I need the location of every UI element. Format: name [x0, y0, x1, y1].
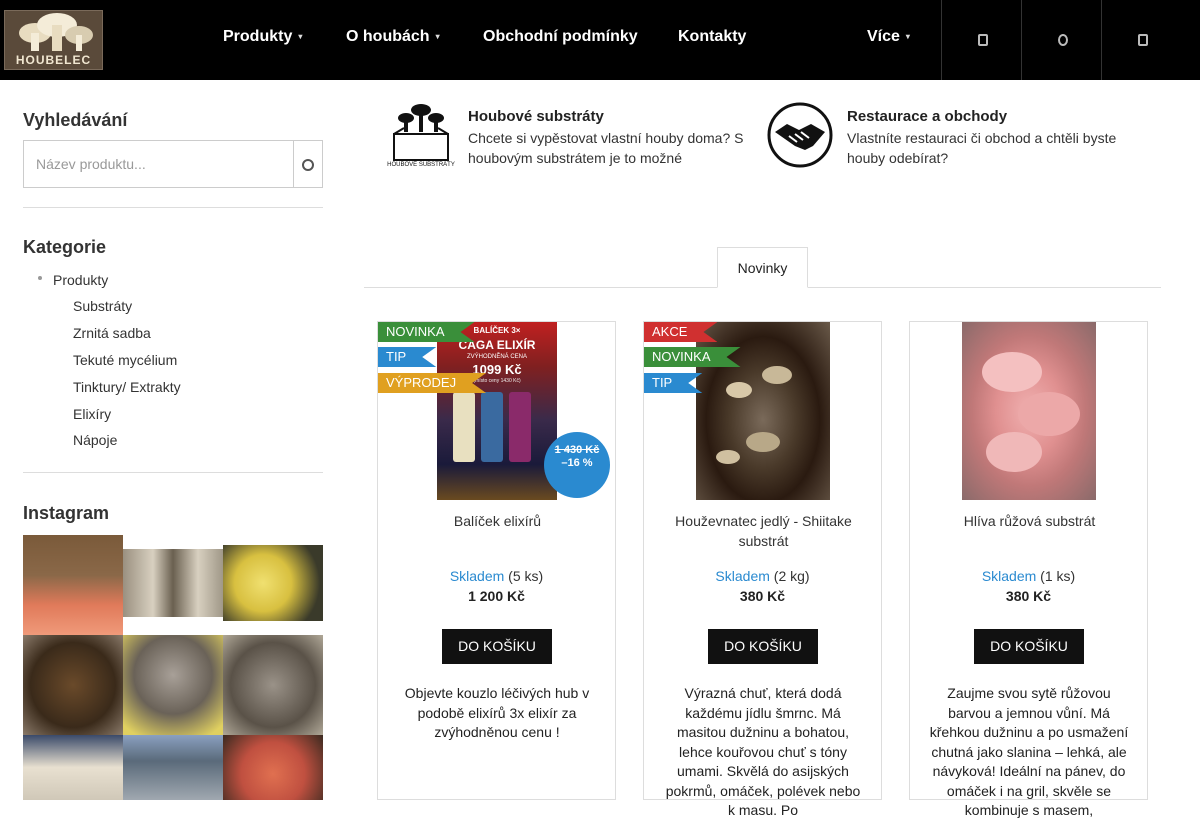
category-zrnita-sadba[interactable]: Zrnitá sadba — [73, 325, 151, 341]
promo-description: Chcete si vypěstovat vlastní houby doma?… — [468, 130, 744, 166]
product-description: Zaujme svou sytě růžovou barvou a jemnou… — [929, 685, 1129, 818]
category-produkty[interactable]: Produkty — [53, 272, 108, 288]
promo-title: Houbové substráty — [468, 108, 604, 125]
product-card[interactable]: AKCE NOVINKA TIP Houževnatec jedlý - Shi… — [643, 321, 882, 818]
nav-kontakty[interactable]: Kontakty — [678, 28, 746, 46]
add-to-cart-button[interactable]: DO KOŠÍKU — [708, 629, 818, 664]
badge-novinka: NOVINKA — [644, 347, 741, 367]
product-card[interactable]: Hlíva růžová substrát Skladem (1 ks) 380… — [909, 321, 1148, 818]
bullet-icon — [38, 276, 42, 280]
site-header: HOUBELEC Produkty ▾ O houbách ▾ Obchodní p… — [0, 0, 1200, 80]
cart-button[interactable] — [1101, 0, 1181, 80]
category-substraty[interactable]: Substráty — [73, 298, 132, 314]
product-availability: Skladem (5 ks) — [378, 568, 615, 584]
nav-o-houbach[interactable]: O houbách ▾ — [346, 28, 440, 46]
product-card[interactable]: BALÍČEK 3× ČAGA ELIXÍR ZVÝHODNĚNÁ CENA 1… — [377, 321, 616, 800]
instagram-photo[interactable] — [223, 635, 323, 735]
promo-title: Restaurace a obchody — [847, 108, 1008, 125]
instagram-photo[interactable] — [123, 549, 223, 617]
search-submit-button[interactable] — [293, 140, 323, 188]
mushroom-cap — [982, 352, 1042, 392]
user-icon — [978, 34, 988, 46]
product-image[interactable] — [962, 322, 1096, 500]
bottle — [509, 392, 531, 462]
badge-tip: TIP — [644, 373, 702, 393]
mushroom-cap — [746, 432, 780, 452]
bottle — [481, 392, 503, 462]
instagram-photo[interactable] — [23, 635, 123, 735]
instagram-photo[interactable] — [223, 735, 323, 800]
svg-text:HOUBOVÉ SUBSTRÁTY: HOUBOVÉ SUBSTRÁTY — [387, 161, 455, 168]
promo-description: Vlastníte restauraci či obchod a chtěli … — [847, 130, 1117, 166]
mushroom-cap — [762, 366, 792, 384]
logo-text: HOUBELEC — [15, 53, 92, 67]
stock-qty: (5 ks) — [508, 568, 544, 584]
houbelec-logo[interactable]: HOUBELEC — [4, 10, 103, 70]
product-name[interactable]: Balíček elixírů — [388, 511, 607, 531]
product-availability: Skladem (2 kg) — [644, 568, 881, 584]
nav-produkty[interactable]: Produkty ▾ — [223, 28, 302, 46]
cart-icon — [1138, 34, 1148, 46]
instagram-title: Instagram — [23, 503, 110, 523]
mushroom-box-icon: HOUBOVÉ SUBSTRÁTY — [387, 104, 455, 168]
product-price: 380 Kč — [1005, 588, 1052, 604]
promo-substraty[interactable]: HOUBOVÉ SUBSTRÁTY Houbové substráty Chce… — [386, 100, 756, 170]
product-price: 380 Kč — [739, 588, 786, 604]
instagram-photo[interactable] — [123, 735, 223, 800]
tab-novinky[interactable]: Novinky — [717, 247, 808, 288]
divider — [23, 207, 323, 208]
stock-qty: (2 kg) — [773, 568, 810, 584]
product-price: 1 200 Kč — [468, 588, 525, 604]
handshake-icon — [767, 102, 833, 168]
product-name[interactable]: Hlíva růžová substrát — [920, 511, 1139, 531]
image-caption: ZVÝHODNĚNÁ CENA — [466, 354, 527, 360]
discount-badge: 1 430 Kč –16 % — [544, 432, 610, 498]
instagram-grid — [23, 535, 323, 800]
search-icon — [1058, 34, 1068, 46]
chevron-down-icon: ▾ — [298, 32, 303, 42]
product-description: Výrazná chuť, která dodá každému jídlu š… — [665, 685, 861, 818]
category-elixiry[interactable]: Elixíry — [73, 406, 111, 422]
search-icon — [302, 159, 314, 171]
mushroom-cap — [716, 450, 740, 464]
product-name[interactable]: Houževnatec jedlý - Shiitake substrát — [654, 511, 873, 551]
mushroom-cap — [726, 382, 752, 398]
badge-tip: TIP — [378, 347, 436, 367]
nav-obchodni-podminky[interactable]: Obchodní podmínky — [483, 28, 638, 46]
category-napoje[interactable]: Nápoje — [73, 432, 117, 448]
user-button[interactable] — [941, 0, 1021, 80]
product-image[interactable]: BALÍČEK 3× ČAGA ELIXÍR ZVÝHODNĚNÁ CENA 1… — [437, 322, 557, 500]
mushroom-cap — [1018, 392, 1080, 436]
stock-label: Skladem — [715, 568, 770, 584]
product-search-input[interactable]: Název produktu... — [23, 140, 294, 188]
chevron-down-icon: ▾ — [905, 32, 910, 42]
add-to-cart-button[interactable]: DO KOŠÍKU — [442, 629, 552, 664]
search-title: Vyhledávání — [23, 110, 128, 130]
product-availability: Skladem (1 ks) — [910, 568, 1147, 584]
instagram-photo[interactable] — [123, 635, 223, 735]
badge-vyprodej: VÝPRODEJ — [378, 373, 486, 393]
category-tinktury-extrakty[interactable]: Tinktury/ Extrakty — [73, 379, 181, 395]
instagram-photo[interactable] — [23, 735, 123, 800]
nav-vice[interactable]: Více ▾ — [867, 28, 910, 46]
discount-percent: –16 % — [561, 457, 593, 469]
promo-restaurace[interactable]: Restaurace a obchody Vlastníte restaurac… — [765, 100, 1145, 170]
category-tekute-mycelium[interactable]: Tekuté mycélium — [73, 352, 177, 368]
stock-label: Skladem — [449, 568, 505, 584]
categories-title: Kategorie — [23, 237, 107, 257]
chevron-down-icon: ▾ — [435, 32, 440, 42]
badge-novinka: NOVINKA — [378, 322, 475, 342]
divider — [23, 472, 323, 473]
old-price: 1 430 Kč — [554, 444, 600, 456]
stock-qty: (1 ks) — [1040, 568, 1076, 584]
add-to-cart-button[interactable]: DO KOŠÍKU — [974, 629, 1084, 664]
header-search-button[interactable] — [1021, 0, 1101, 80]
product-description: Objevte kouzlo léčivých hub v podobě eli… — [404, 685, 590, 740]
stock-label: Skladem — [981, 568, 1037, 584]
mushroom-cap — [986, 432, 1042, 472]
instagram-photo[interactable] — [23, 535, 123, 635]
instagram-photo[interactable] — [223, 545, 323, 621]
bottle — [453, 392, 475, 462]
